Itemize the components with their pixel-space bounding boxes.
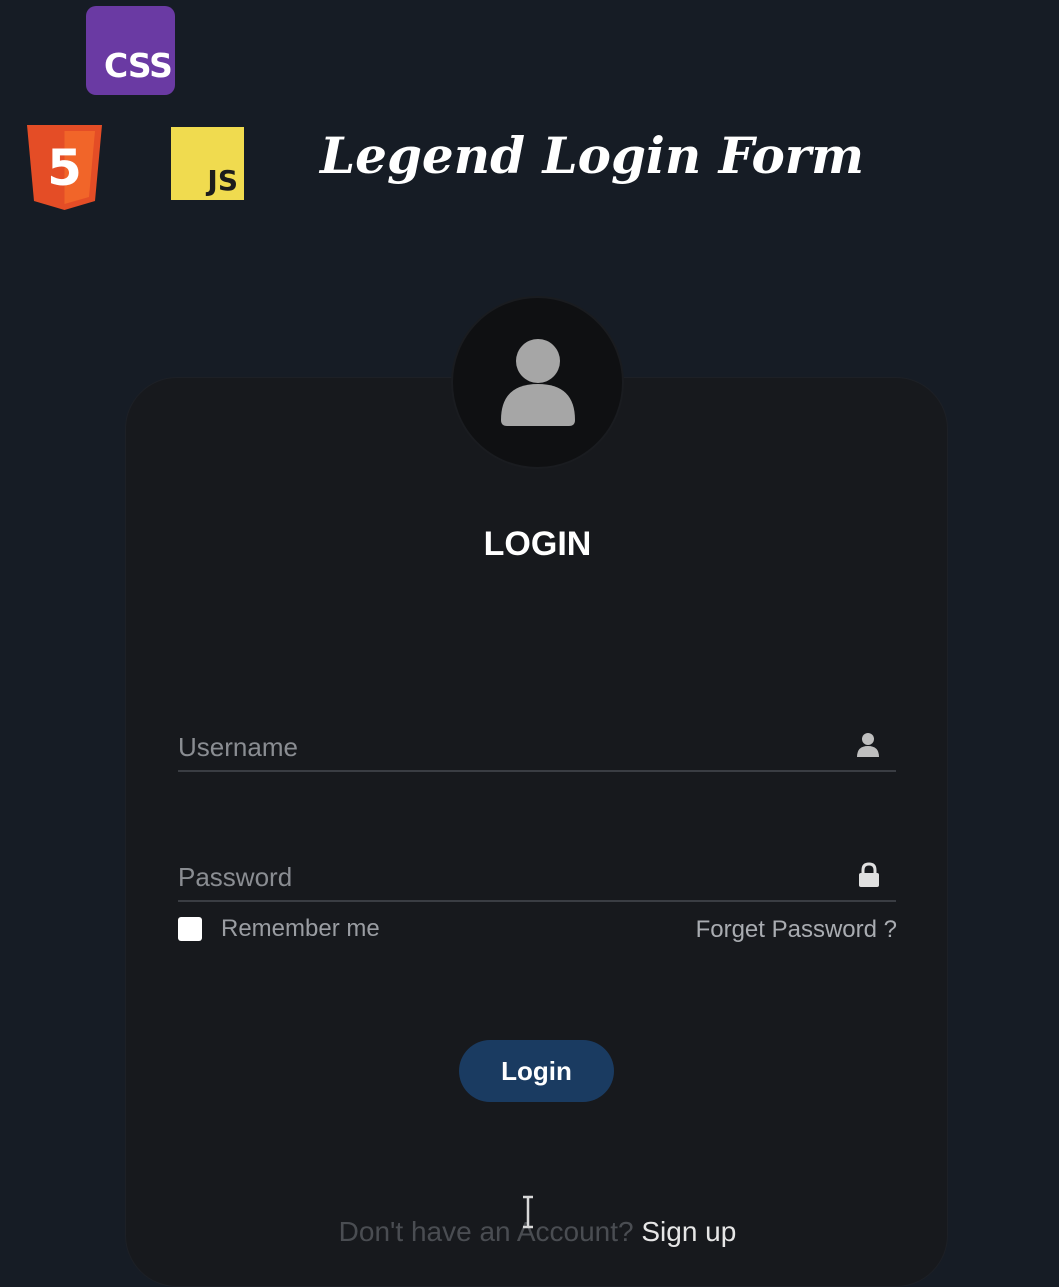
username-field	[178, 726, 896, 772]
js-logo-label: JS	[207, 164, 238, 197]
forgot-password-link[interactable]: Forget Password ?	[696, 916, 897, 944]
html5-shield-icon: 5	[27, 125, 102, 210]
text-cursor-icon	[520, 1195, 536, 1233]
avatar	[451, 296, 624, 469]
signup-link[interactable]: Sign up	[641, 1216, 736, 1247]
html5-logo: 5	[27, 125, 102, 210]
css-logo: CSS	[86, 6, 175, 95]
username-input[interactable]	[178, 726, 838, 768]
login-heading: LOGIN	[483, 525, 592, 563]
login-button[interactable]: Login	[459, 1040, 614, 1102]
html5-logo-label: 5	[47, 139, 82, 197]
lock-icon	[858, 862, 880, 892]
user-icon	[856, 732, 880, 762]
password-field	[178, 856, 896, 902]
signup-prompt: Don't have an Account?	[338, 1216, 634, 1247]
password-input[interactable]	[178, 856, 838, 898]
login-card	[125, 377, 948, 1287]
page-title: Legend Login Form	[320, 126, 865, 185]
remember-me-label: Remember me	[221, 915, 380, 942]
remember-me[interactable]: Remember me	[178, 915, 380, 943]
css-logo-label: CSS	[104, 46, 173, 85]
js-logo: JS	[171, 127, 244, 200]
remember-me-checkbox[interactable]	[178, 917, 202, 941]
user-silhouette-icon	[501, 339, 575, 426]
